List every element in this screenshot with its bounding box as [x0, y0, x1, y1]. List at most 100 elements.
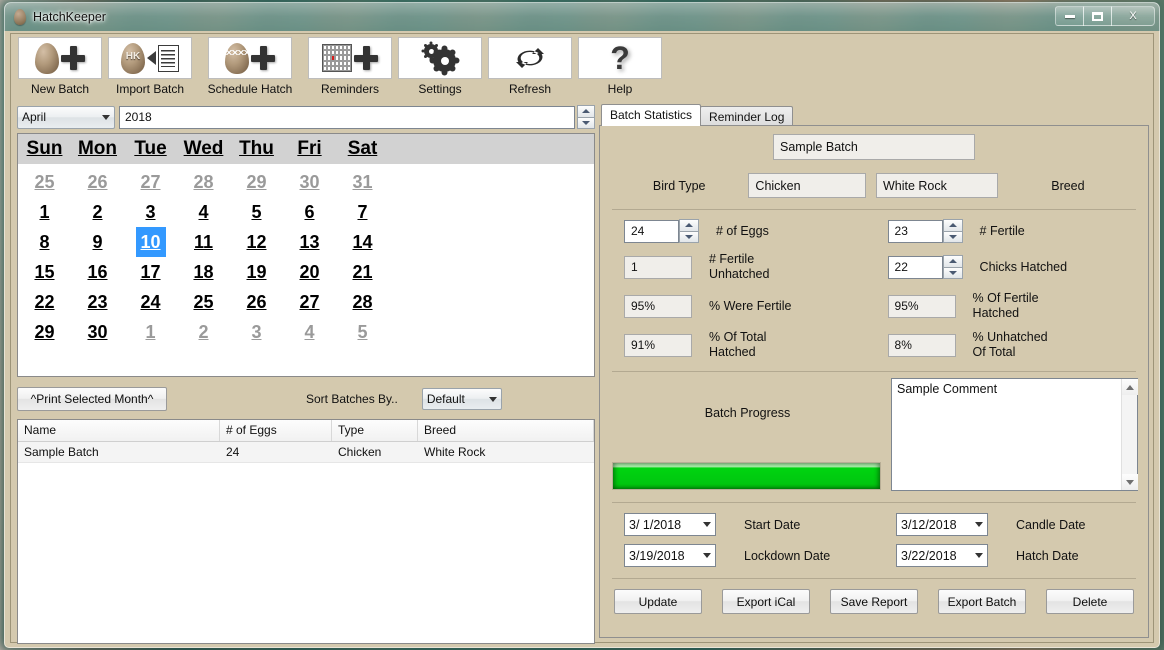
stepper-down-button[interactable]	[679, 232, 699, 244]
stat-cell: 24# of Eggs	[610, 219, 866, 243]
year-stepper[interactable]	[577, 105, 595, 129]
breed-field[interactable]: White Rock	[876, 173, 998, 198]
candle-date-picker[interactable]: 3/12/2018	[896, 513, 988, 536]
hatch-date-picker[interactable]: 3/22/2018	[896, 544, 988, 567]
calendar-day[interactable]: 29	[18, 317, 71, 347]
calendar-day[interactable]: 27	[283, 287, 336, 317]
stat-stepper[interactable]	[943, 219, 963, 243]
stat-stepper[interactable]	[679, 219, 699, 243]
calendar-day[interactable]: 30	[283, 167, 336, 197]
calendar-day[interactable]: 18	[177, 257, 230, 287]
toolbar-new-batch[interactable]: New Batch	[15, 37, 105, 101]
toolbar-import-batch[interactable]: HK Import Batch	[105, 37, 195, 101]
calendar-day[interactable]: 12	[230, 227, 283, 257]
print-selected-month-button[interactable]: ^Print Selected Month^	[17, 387, 167, 411]
tab-batch-statistics[interactable]: Batch Statistics	[601, 104, 701, 126]
close-button[interactable]: X	[1111, 6, 1155, 26]
calendar-day[interactable]: 26	[71, 167, 124, 197]
table-row[interactable]: Sample Batch 24 Chicken White Rock	[18, 442, 594, 463]
lockdown-date-picker[interactable]: 3/19/2018	[624, 544, 716, 567]
stepper-down-button[interactable]	[943, 268, 963, 280]
cell-breed: White Rock	[418, 442, 594, 462]
year-down-button[interactable]	[577, 118, 595, 130]
progress-and-comment-row: Batch Progress Sample Comment	[610, 378, 1138, 491]
egg-icon	[35, 43, 59, 74]
calendar-day[interactable]: 16	[71, 257, 124, 287]
tab-reminder-log[interactable]: Reminder Log	[700, 106, 793, 126]
toolbar-refresh[interactable]: Refresh	[485, 37, 575, 101]
start-date-picker[interactable]: 3/ 1/2018	[624, 513, 716, 536]
calendar-day[interactable]: 2	[71, 197, 124, 227]
toolbar-reminders[interactable]: Reminders	[305, 37, 395, 101]
sort-dropdown[interactable]: Default	[422, 388, 502, 410]
calendar-day[interactable]: 6	[283, 197, 336, 227]
calendar-day[interactable]: 4	[283, 317, 336, 347]
calendar-day[interactable]: 13	[283, 227, 336, 257]
stepper-down-button[interactable]	[943, 232, 963, 244]
toolbar-help[interactable]: ? Help	[575, 37, 665, 101]
calendar-day[interactable]: 28	[177, 167, 230, 197]
calendar-day[interactable]: 20	[283, 257, 336, 287]
calendar-day[interactable]: 25	[18, 167, 71, 197]
calendar-day[interactable]: 23	[71, 287, 124, 317]
stat-stepper[interactable]	[943, 255, 963, 279]
calendar-day[interactable]: 24	[124, 287, 177, 317]
calendar-day[interactable]: 26	[230, 287, 283, 317]
stat-value-field[interactable]: 22	[888, 256, 943, 279]
year-input[interactable]: 2018	[119, 106, 575, 129]
calendar-day[interactable]: 4	[177, 197, 230, 227]
stat-value-field[interactable]: 24	[624, 220, 679, 243]
stat-value-field[interactable]: 23	[888, 220, 943, 243]
comment-scrollbar[interactable]	[1121, 379, 1137, 490]
minimize-button[interactable]	[1055, 6, 1084, 26]
calendar-day[interactable]: 15	[18, 257, 71, 287]
month-calendar[interactable]: Sun Mon Tue Wed Thu Fri Sat 252627282930…	[17, 133, 595, 377]
calendar-day[interactable]: 3	[124, 197, 177, 227]
calendar-day[interactable]: 5	[336, 317, 389, 347]
export-ical-button[interactable]: Export iCal	[722, 589, 810, 614]
calendar-day[interactable]: 22	[18, 287, 71, 317]
calendar-day[interactable]: 30	[71, 317, 124, 347]
maximize-button[interactable]	[1083, 6, 1112, 26]
calendar-day[interactable]: 19	[230, 257, 283, 287]
comment-textarea[interactable]: Sample Comment	[891, 378, 1138, 491]
calendar-day[interactable]: 17	[124, 257, 177, 287]
batch-name-field[interactable]: Sample Batch	[773, 134, 975, 160]
column-header-eggs: # of Eggs	[220, 420, 332, 441]
calendar-day[interactable]: 11	[177, 227, 230, 257]
calendar-day[interactable]: 25	[177, 287, 230, 317]
year-up-button[interactable]	[577, 105, 595, 118]
calendar-day[interactable]: 28	[336, 287, 389, 317]
stepper-up-button[interactable]	[679, 219, 699, 232]
bird-type-field[interactable]: Chicken	[748, 173, 866, 198]
calendar-day[interactable]: 9	[71, 227, 124, 257]
calendar-day[interactable]: 29	[230, 167, 283, 197]
stepper-up-button[interactable]	[943, 219, 963, 232]
calendar-day[interactable]: 14	[336, 227, 389, 257]
save-report-button[interactable]: Save Report	[830, 589, 918, 614]
calendar-day[interactable]: 1	[124, 317, 177, 347]
batch-table[interactable]: Name # of Eggs Type Breed Sample Batch 2…	[17, 419, 595, 644]
calendar-day[interactable]: 1	[18, 197, 71, 227]
update-button[interactable]: Update	[614, 589, 702, 614]
calendar-day[interactable]: 8	[18, 227, 71, 257]
stepper-up-button[interactable]	[943, 255, 963, 268]
stat-label: % Were Fertile	[709, 299, 791, 314]
batch-progress-label: Batch Progress	[610, 406, 885, 420]
delete-button[interactable]: Delete	[1046, 589, 1134, 614]
stat-row: 1# FertileUnhatched22Chicks Hatched	[610, 252, 1138, 282]
calendar-day[interactable]: 31	[336, 167, 389, 197]
export-batch-button[interactable]: Export Batch	[938, 589, 1026, 614]
toolbar-schedule-hatch[interactable]: Schedule Hatch	[195, 37, 305, 101]
calendar-day-selected[interactable]: 10	[136, 227, 166, 257]
calendar-day[interactable]: 7	[336, 197, 389, 227]
scroll-up-button[interactable]	[1122, 379, 1138, 395]
calendar-day[interactable]: 27	[124, 167, 177, 197]
toolbar-settings[interactable]: Settings	[395, 37, 485, 101]
scroll-down-button[interactable]	[1122, 474, 1138, 490]
calendar-day[interactable]: 2	[177, 317, 230, 347]
calendar-day[interactable]: 21	[336, 257, 389, 287]
calendar-day[interactable]: 5	[230, 197, 283, 227]
calendar-day[interactable]: 3	[230, 317, 283, 347]
month-dropdown[interactable]: April	[17, 106, 115, 129]
